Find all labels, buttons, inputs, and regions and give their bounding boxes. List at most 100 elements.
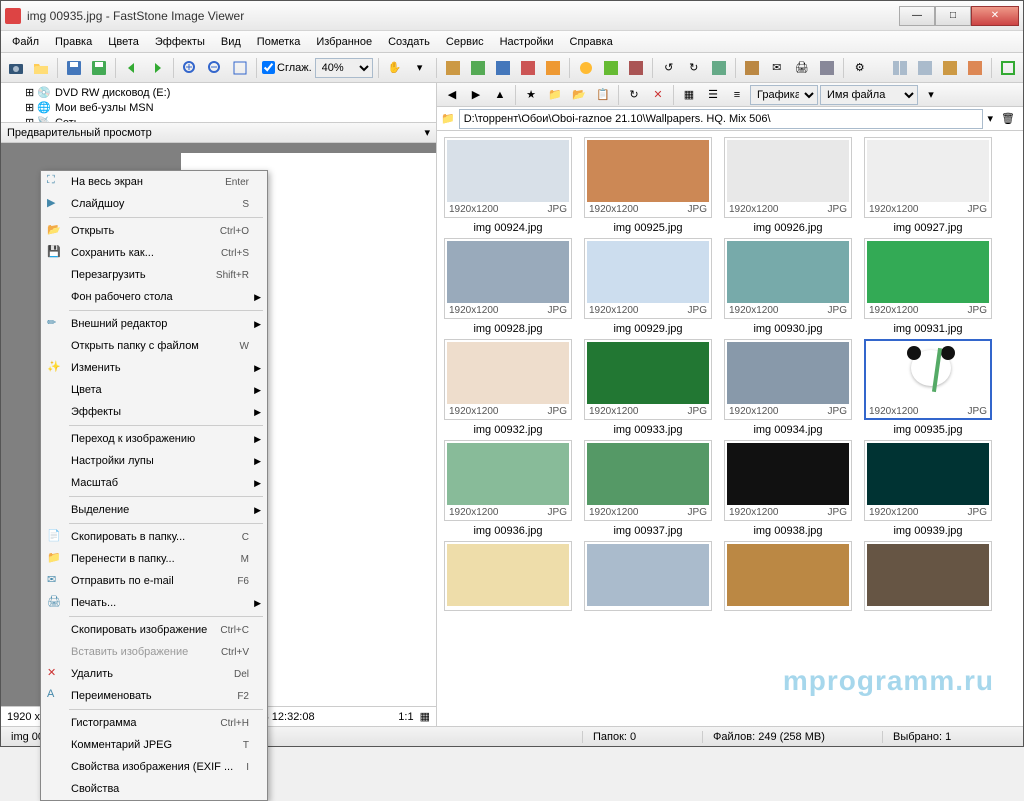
context-item[interactable]: ✕УдалитьDel [41, 663, 267, 685]
camera-icon[interactable] [5, 57, 27, 79]
context-item[interactable]: Эффекты▶ [41, 401, 267, 423]
zoom-out-icon[interactable] [204, 57, 226, 79]
menu-file[interactable]: Файл [5, 34, 46, 50]
layout1-icon[interactable] [889, 57, 911, 79]
menu-fav[interactable]: Избранное [309, 34, 379, 50]
context-item[interactable]: Масштаб▶ [41, 472, 267, 494]
menu-create[interactable]: Создать [381, 34, 437, 50]
fwd-icon[interactable]: ▶ [465, 84, 487, 106]
path-dropdown-icon[interactable]: ▾ [987, 112, 993, 125]
path-input[interactable] [459, 109, 984, 129]
thumbnail[interactable]: 1920x1200JPGimg 00936.jpg [443, 440, 573, 537]
layout4-icon[interactable] [964, 57, 986, 79]
context-item[interactable]: 📁Перенести в папку...M [41, 548, 267, 570]
thumbnail[interactable]: 1920x1200JPGimg 00939.jpg [863, 440, 993, 537]
context-item[interactable]: ⛶На весь экранEnter [41, 171, 267, 193]
thumbnail[interactable]: 1920x1200JPGimg 00929.jpg [583, 238, 713, 335]
trash-icon[interactable]: 🗑 [997, 108, 1019, 130]
layout3-icon[interactable] [939, 57, 961, 79]
t5-icon[interactable] [542, 57, 564, 79]
context-item[interactable]: Открыть папку с файломW [41, 335, 267, 357]
fav1-icon[interactable]: ★ [520, 84, 542, 106]
context-item[interactable]: AПереименоватьF2 [41, 685, 267, 707]
context-item[interactable]: 🖨Печать...▶ [41, 592, 267, 614]
context-item[interactable]: Выделение▶ [41, 499, 267, 521]
menu-colors[interactable]: Цвета [101, 34, 146, 50]
context-item[interactable]: Комментарий JPEGT [41, 734, 267, 756]
context-item[interactable]: Скопировать изображениеCtrl+C [41, 619, 267, 641]
thumbnail[interactable]: 1920x1200JPGimg 00933.jpg [583, 339, 713, 436]
thumbnail[interactable]: 1920x1200JPGimg 00928.jpg [443, 238, 573, 335]
hand-icon[interactable]: ✋ [384, 57, 406, 79]
t9-icon[interactable] [708, 57, 730, 79]
t7-icon[interactable] [600, 57, 622, 79]
sort-dir-icon[interactable]: ▾ [920, 84, 942, 106]
thumbnail[interactable] [863, 541, 993, 611]
fav2-icon[interactable]: 📁 [544, 84, 566, 106]
menu-tag[interactable]: Пометка [250, 34, 308, 50]
rotate-left-icon[interactable]: ↺ [658, 57, 680, 79]
thumbnail[interactable] [583, 541, 713, 611]
save-as-icon[interactable] [88, 57, 110, 79]
t10-icon[interactable] [741, 57, 763, 79]
smooth-checkbox[interactable] [262, 61, 275, 74]
context-item[interactable]: 📂ОткрытьCtrl+O [41, 220, 267, 242]
view2-icon[interactable]: ☰ [702, 84, 724, 106]
t3-icon[interactable] [492, 57, 514, 79]
zoom-fit-icon[interactable] [229, 57, 251, 79]
chevron-down-icon[interactable]: ▾ [424, 126, 430, 139]
t1-icon[interactable] [442, 57, 464, 79]
thumbnail[interactable]: 1920x1200JPGimg 00935.jpg [863, 339, 993, 436]
zoom-in-icon[interactable] [179, 57, 201, 79]
minimize-button[interactable]: — [899, 6, 935, 26]
up-icon[interactable]: ▲ [489, 84, 511, 106]
menu-edit[interactable]: Правка [48, 34, 99, 50]
mail-icon[interactable]: ✉ [766, 57, 788, 79]
thumbnail[interactable]: 1920x1200JPGimg 00937.jpg [583, 440, 713, 537]
fullscreen-icon[interactable] [997, 57, 1019, 79]
close-button[interactable]: ✕ [971, 6, 1019, 26]
zoom-combo[interactable]: 40% [315, 58, 373, 78]
thumbnail[interactable] [723, 541, 853, 611]
back-icon[interactable]: ◀ [441, 84, 463, 106]
fav3-icon[interactable]: 📂 [568, 84, 590, 106]
fav4-icon[interactable]: 📋 [592, 84, 614, 106]
t8-icon[interactable] [625, 57, 647, 79]
prev-icon[interactable] [121, 57, 143, 79]
maximize-button[interactable]: □ [935, 6, 971, 26]
context-item[interactable]: Фон рабочего стола▶ [41, 286, 267, 308]
preview-tool-icon[interactable]: ▦ [420, 710, 430, 723]
folder-tree[interactable]: ⊞ 💿DVD RW дисковод (E:) ⊞ 🌐Мои веб-узлы … [1, 83, 436, 123]
thumbnail[interactable]: 1920x1200JPGimg 00930.jpg [723, 238, 853, 335]
context-item[interactable]: ▶СлайдшоуS [41, 193, 267, 215]
menu-help[interactable]: Справка [563, 34, 620, 50]
thumbnail[interactable]: 1920x1200JPGimg 00932.jpg [443, 339, 573, 436]
menu-view[interactable]: Вид [214, 34, 248, 50]
context-item[interactable]: Свойства изображения (EXIF ...I [41, 756, 267, 778]
thumbnail[interactable]: 1920x1200JPGimg 00925.jpg [583, 137, 713, 234]
del-icon[interactable]: ✕ [647, 84, 669, 106]
thumbnail[interactable]: 1920x1200JPGimg 00926.jpg [723, 137, 853, 234]
thumbnail[interactable]: 1920x1200JPGimg 00938.jpg [723, 440, 853, 537]
thumbnail[interactable] [443, 541, 573, 611]
context-item[interactable]: Настройки лупы▶ [41, 450, 267, 472]
context-item[interactable]: ГистограммаCtrl+H [41, 712, 267, 734]
thumbnail-grid[interactable]: 1920x1200JPGimg 00924.jpg1920x1200JPGimg… [437, 131, 1023, 726]
context-item[interactable]: 📄Скопировать в папку...C [41, 526, 267, 548]
group-combo[interactable]: Графика [750, 85, 818, 105]
settings-icon[interactable]: ⚙ [849, 57, 871, 79]
view1-icon[interactable]: ▦ [678, 84, 700, 106]
open-folder-icon[interactable] [30, 57, 52, 79]
t2-icon[interactable] [467, 57, 489, 79]
view3-icon[interactable]: ≡ [726, 84, 748, 106]
layout2-icon[interactable] [914, 57, 936, 79]
t4-icon[interactable] [517, 57, 539, 79]
t6-icon[interactable] [575, 57, 597, 79]
refresh-icon[interactable]: ↻ [623, 84, 645, 106]
menu-settings[interactable]: Настройки [493, 34, 561, 50]
context-item[interactable]: 💾Сохранить как...Ctrl+S [41, 242, 267, 264]
context-item[interactable]: Цвета▶ [41, 379, 267, 401]
menu-service[interactable]: Сервис [439, 34, 491, 50]
sort-combo[interactable]: Имя файла [820, 85, 918, 105]
next-icon[interactable] [146, 57, 168, 79]
